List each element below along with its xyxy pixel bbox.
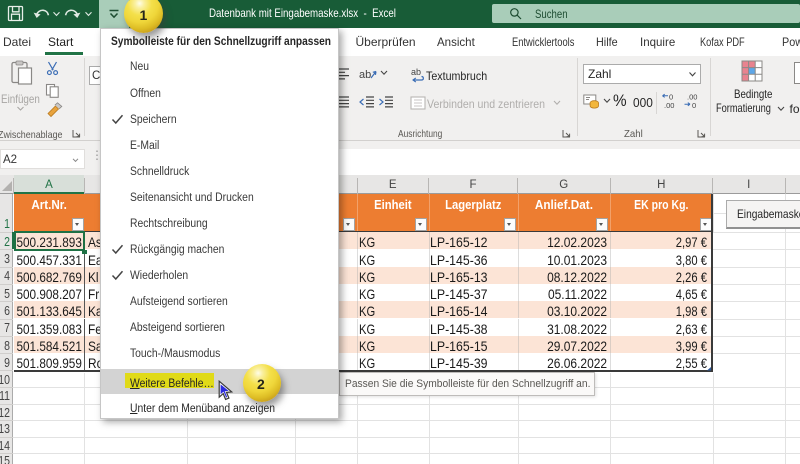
svg-text:.00: .00	[664, 101, 674, 110]
svg-text:ab: ab	[359, 69, 371, 81]
svg-text:0: 0	[692, 101, 696, 110]
svg-text:ab: ab	[411, 67, 421, 77]
